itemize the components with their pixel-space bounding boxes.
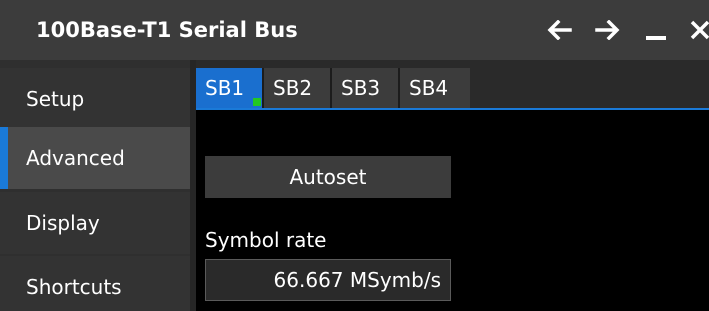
- tab-label: SB1: [205, 76, 245, 100]
- minimize-icon: [646, 36, 666, 40]
- tab-sb2[interactable]: SB2: [264, 68, 330, 108]
- sidebar-item-label: Advanced: [26, 146, 125, 170]
- sidebar-item-advanced[interactable]: Advanced: [0, 127, 190, 189]
- symbol-rate-value: 66.667 MSymb/s: [273, 268, 441, 292]
- title-bar[interactable]: 100Base-T1 Serial Bus: [0, 0, 709, 60]
- forward-button[interactable]: [588, 10, 628, 50]
- tab-sb3[interactable]: SB3: [332, 68, 398, 108]
- back-button[interactable]: [539, 10, 579, 50]
- tab-label: SB3: [341, 76, 381, 100]
- active-status-indicator: [253, 98, 261, 106]
- settings-panel: SB1 SB2 SB3 SB4 Autoset Symbol rate 66.6…: [196, 60, 709, 311]
- tab-sb4[interactable]: SB4: [400, 68, 470, 108]
- sidebar-item-setup[interactable]: Setup: [0, 68, 190, 130]
- tab-sb1[interactable]: SB1: [196, 68, 262, 108]
- autoset-button[interactable]: Autoset: [205, 156, 451, 198]
- sidebar-item-label: Shortcuts: [26, 275, 122, 299]
- tab-label: SB2: [273, 76, 313, 100]
- symbol-rate-label: Symbol rate: [205, 228, 327, 252]
- close-icon: [690, 20, 709, 40]
- arrow-right-icon: [595, 20, 620, 40]
- minimize-button[interactable]: [636, 10, 676, 50]
- symbol-rate-field[interactable]: 66.667 MSymb/s: [205, 259, 451, 301]
- sidebar-item-label: Display: [26, 211, 100, 235]
- serial-bus-tabs: SB1 SB2 SB3 SB4: [196, 60, 709, 108]
- tab-label: SB4: [409, 76, 449, 100]
- active-indicator: [0, 127, 8, 189]
- close-button[interactable]: [680, 10, 709, 50]
- dialog-title: 100Base-T1 Serial Bus: [36, 18, 298, 42]
- sidebar: Setup Advanced Display Shortcuts: [0, 60, 190, 311]
- tab-underline: [196, 108, 709, 110]
- arrow-left-icon: [547, 20, 572, 40]
- sidebar-item-display[interactable]: Display: [0, 192, 190, 254]
- serial-bus-dialog: 100Base-T1 Serial Bus Setup Advanced Dis…: [0, 0, 709, 311]
- sidebar-item-shortcuts[interactable]: Shortcuts: [0, 256, 190, 311]
- sidebar-item-label: Setup: [26, 87, 85, 111]
